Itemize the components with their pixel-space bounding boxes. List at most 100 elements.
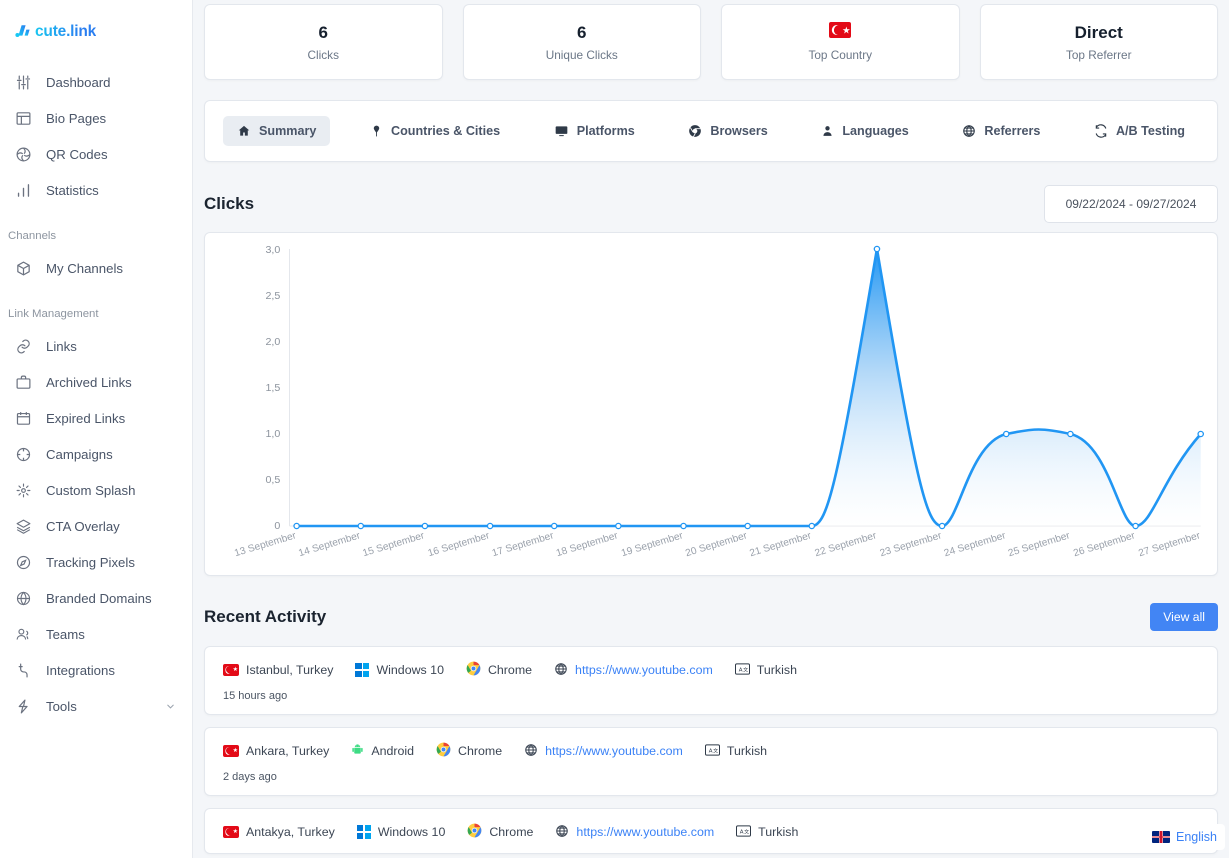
svg-text:1,5: 1,5 bbox=[265, 382, 280, 394]
activity-referrer[interactable]: https://www.youtube.com bbox=[555, 824, 714, 841]
chart-point bbox=[421, 522, 429, 530]
sidebar-item-campaigns[interactable]: Campaigns bbox=[0, 436, 192, 472]
stat-value: 6 bbox=[318, 23, 328, 42]
y-axis-ticks: 3,0 2,5 2,0 1,5 1,0 0,5 0 bbox=[265, 244, 280, 532]
stat-label: Top Country bbox=[808, 48, 873, 62]
date-range-picker[interactable]: 09/22/2024 - 09/27/2024 bbox=[1044, 185, 1218, 223]
chevron-down-icon[interactable] bbox=[165, 701, 176, 712]
chart-point bbox=[550, 522, 558, 530]
sidebar-item-bio-pages[interactable]: Bio Pages bbox=[0, 100, 192, 136]
sidebar-item-label: Statistics bbox=[46, 182, 99, 198]
sidebar-item-statistics[interactable]: Statistics bbox=[0, 172, 192, 208]
stat-card-unique-clicks: 6 Unique Clicks bbox=[462, 4, 701, 80]
clicks-line-chart[interactable]: 3,0 2,5 2,0 1,5 1,0 0,5 0 13 September 1… bbox=[205, 233, 1217, 576]
sidebar-item-dashboard[interactable]: Dashboard bbox=[0, 64, 192, 100]
activity-referrer-link[interactable]: https://www.youtube.com bbox=[575, 663, 713, 677]
tab-platforms[interactable]: Platforms bbox=[540, 116, 649, 146]
activity-row[interactable]: ★ Antakya, Turkey Windows 10 Chrome http… bbox=[204, 808, 1218, 854]
activity-referrer[interactable]: https://www.youtube.com bbox=[554, 662, 713, 679]
sidebar-group-main: Dashboard Bio Pages QR Codes Statistics bbox=[0, 64, 192, 208]
activity-language: A文 Turkish bbox=[704, 743, 767, 759]
sidebar-section-link-management: Link Management bbox=[8, 308, 99, 320]
tab-label: Platforms bbox=[576, 124, 635, 138]
tab-referrers[interactable]: Referrers bbox=[948, 116, 1054, 146]
sidebar-item-archived-links[interactable]: Archived Links bbox=[0, 364, 192, 400]
sidebar-item-cta-overlay[interactable]: CTA Overlay bbox=[0, 508, 192, 544]
globe-icon bbox=[14, 589, 32, 607]
cutelink-logo-icon bbox=[14, 22, 34, 42]
svg-text:18 September: 18 September bbox=[555, 530, 620, 559]
sidebar-item-tools[interactable]: Tools bbox=[0, 688, 192, 724]
globe-icon bbox=[962, 124, 976, 138]
activity-row[interactable]: ★ Ankara, Turkey Android Chrome https://… bbox=[204, 727, 1218, 796]
language-label: English bbox=[1176, 830, 1217, 844]
pin-icon bbox=[370, 124, 383, 138]
compass-icon bbox=[14, 553, 32, 571]
tab-summary[interactable]: Summary bbox=[223, 116, 331, 146]
activity-referrer-link[interactable]: https://www.youtube.com bbox=[576, 825, 714, 839]
svg-text:16 September: 16 September bbox=[427, 530, 492, 559]
svg-text:0,5: 0,5 bbox=[265, 474, 280, 486]
activity-location-label: Istanbul, Turkey bbox=[246, 663, 334, 677]
svg-text:1,0: 1,0 bbox=[265, 428, 280, 440]
tab-countries-cities[interactable]: Countries & Cities bbox=[356, 116, 514, 146]
activity-browser-label: Chrome bbox=[487, 663, 533, 677]
view-all-button[interactable]: View all bbox=[1150, 603, 1218, 631]
sidebar-item-branded-domains[interactable]: Branded Domains bbox=[0, 580, 192, 616]
brand-name: cute.link bbox=[35, 23, 97, 40]
stat-value: 6 bbox=[577, 23, 587, 42]
stat-value: Direct bbox=[1074, 23, 1123, 42]
activity-location-label: Antakya, Turkey bbox=[246, 825, 335, 839]
activity-timestamp: 2 days ago bbox=[223, 771, 277, 783]
sidebar-item-custom-splash[interactable]: Custom Splash bbox=[0, 472, 192, 508]
svg-text:15 September: 15 September bbox=[361, 530, 426, 559]
tab-browsers[interactable]: Browsers bbox=[674, 116, 781, 146]
globe-icon bbox=[524, 743, 538, 760]
sidebar-item-label: Campaigns bbox=[46, 446, 113, 462]
activity-location: ★ Istanbul, Turkey bbox=[223, 663, 333, 677]
sidebar-item-label: CTA Overlay bbox=[46, 518, 120, 534]
svg-text:26 September: 26 September bbox=[1072, 530, 1137, 559]
plug-icon bbox=[14, 661, 32, 679]
sidebar-item-label: QR Codes bbox=[46, 146, 108, 162]
stat-card-clicks: 6 Clicks bbox=[204, 4, 443, 80]
sidebar-item-expired-links[interactable]: Expired Links bbox=[0, 400, 192, 436]
activity-referrer[interactable]: https://www.youtube.com bbox=[524, 743, 683, 760]
sidebar-item-teams[interactable]: Teams bbox=[0, 616, 192, 652]
tab-ab-testing[interactable]: A/B Testing bbox=[1080, 116, 1199, 146]
activity-location: ★ Ankara, Turkey bbox=[223, 744, 329, 758]
calendar-icon bbox=[14, 409, 32, 427]
x-axis-ticks: 13 September 14 September 15 September 1… bbox=[233, 530, 1202, 559]
activity-browser-label: Chrome bbox=[489, 825, 534, 839]
svg-text:13 September: 13 September bbox=[233, 530, 298, 559]
activity-row-details: ★ Antakya, Turkey Windows 10 Chrome http… bbox=[223, 823, 1199, 841]
tab-languages[interactable]: Languages bbox=[807, 116, 922, 146]
activity-referrer-link[interactable]: https://www.youtube.com bbox=[545, 744, 683, 758]
tab-label: Languages bbox=[842, 124, 909, 138]
layers-icon bbox=[14, 517, 32, 535]
turkey-flag-icon: ★ bbox=[223, 745, 239, 757]
sidebar-item-label: Integrations bbox=[46, 662, 115, 678]
chart-point bbox=[615, 522, 622, 530]
sidebar-item-my-channels[interactable]: My Channels bbox=[0, 250, 192, 286]
svg-text:25 September: 25 September bbox=[1007, 530, 1072, 559]
sidebar-item-qr-codes[interactable]: QR Codes bbox=[0, 136, 192, 172]
brand-logo[interactable]: cute.link bbox=[0, 16, 192, 46]
stat-card-top-referrer: Direct Top Referrer bbox=[979, 4, 1218, 80]
svg-text:21 September: 21 September bbox=[748, 530, 813, 559]
chart-point bbox=[293, 522, 300, 530]
tab-label: A/B Testing bbox=[1115, 124, 1185, 138]
android-icon bbox=[351, 742, 364, 760]
briefcase-icon bbox=[14, 373, 32, 391]
sidebar-item-tracking-pixels[interactable]: Tracking Pixels bbox=[0, 544, 192, 580]
activity-browser: Chrome bbox=[466, 661, 532, 679]
activity-row[interactable]: ★ Istanbul, Turkey Windows 10 Chrome htt… bbox=[204, 646, 1218, 715]
language-switcher[interactable]: English bbox=[1144, 824, 1225, 850]
sidebar-item-integrations[interactable]: Integrations bbox=[0, 652, 192, 688]
svg-text:A: A bbox=[709, 748, 713, 754]
sidebar-item-label: Bio Pages bbox=[46, 110, 107, 126]
activity-location: ★ Antakya, Turkey bbox=[223, 825, 335, 839]
chart-point bbox=[680, 522, 687, 530]
sidebar-item-links[interactable]: Links bbox=[0, 328, 192, 364]
stat-label: Clicks bbox=[307, 48, 339, 62]
